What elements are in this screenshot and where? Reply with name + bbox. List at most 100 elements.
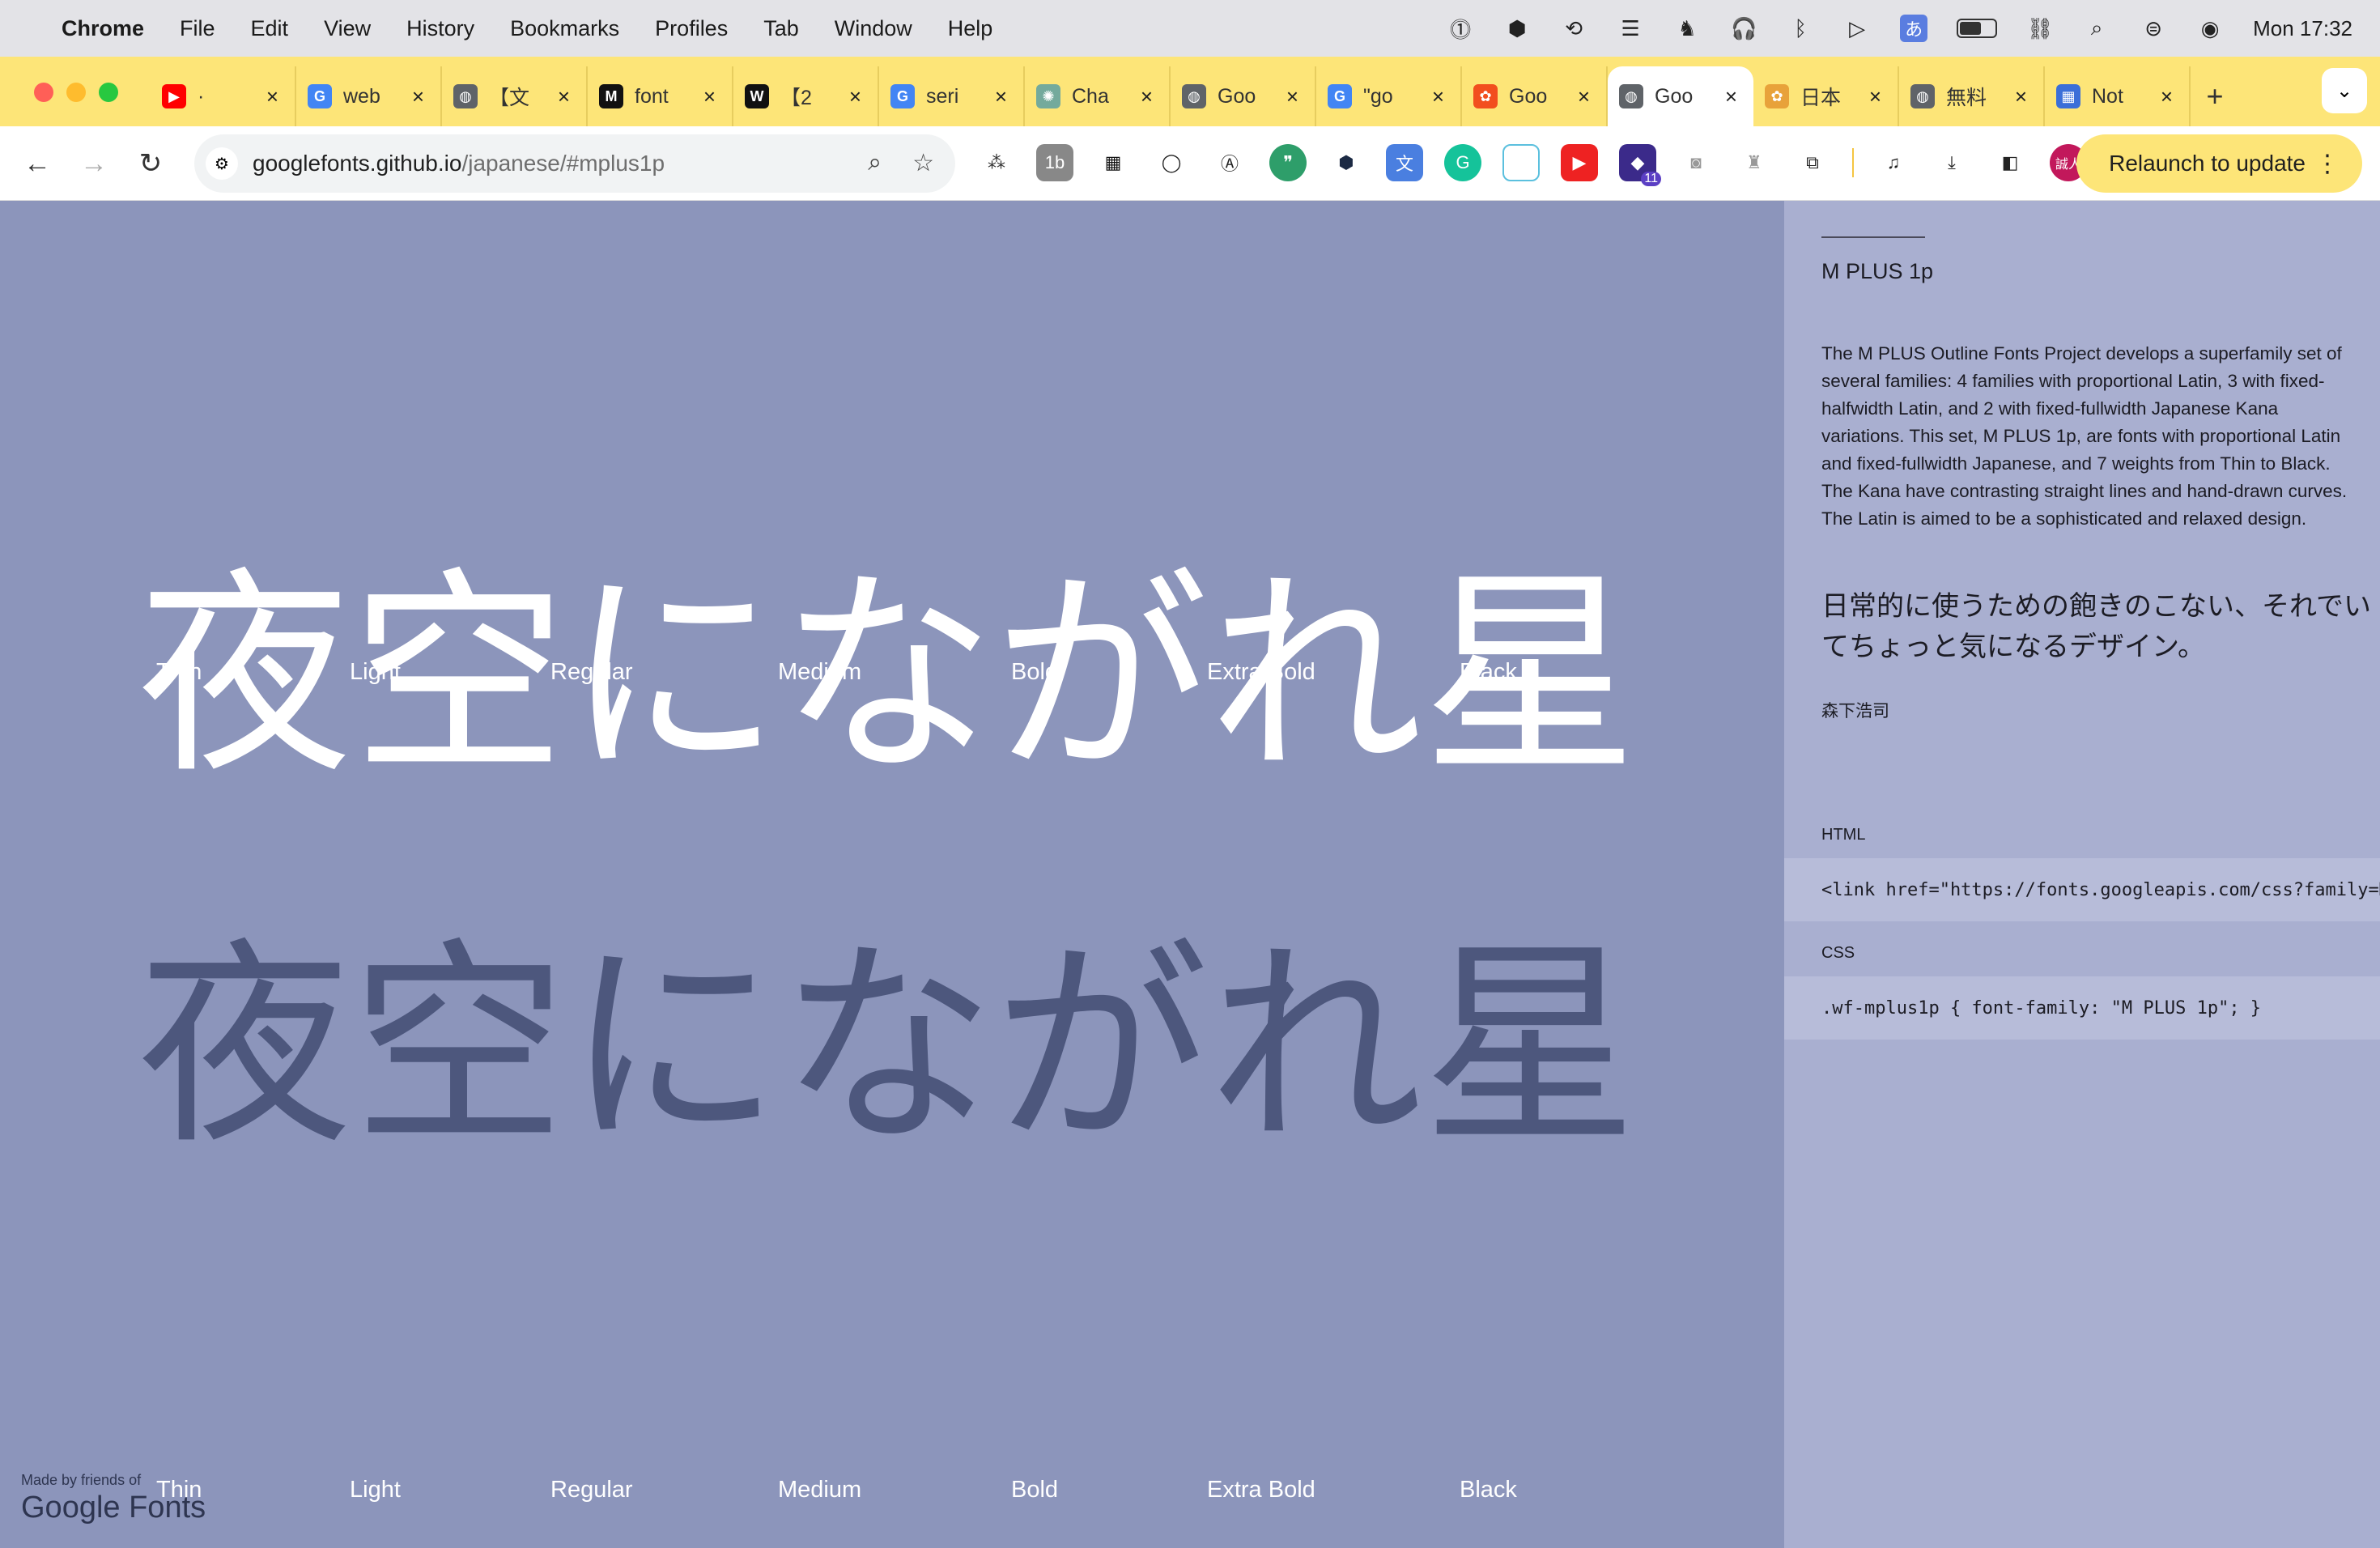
youtube-extension-icon[interactable]: ▶ <box>1561 144 1598 181</box>
menu-tab[interactable]: Tab <box>763 16 799 41</box>
weight-bold[interactable]: Bold <box>1011 1477 1058 1503</box>
close-tab-icon[interactable]: × <box>558 84 570 109</box>
bluetooth-icon[interactable]: ᛒ <box>1787 15 1814 42</box>
tab[interactable]: ◍ 【文 × <box>442 66 588 126</box>
media-control-icon[interactable]: ♫ <box>1875 144 1912 181</box>
tab-active[interactable]: ◍ Goo × <box>1608 66 1753 126</box>
tab[interactable]: ▦ Not × <box>2045 66 2191 126</box>
close-tab-icon[interactable]: × <box>995 84 1007 109</box>
tab-title: Goo <box>1509 84 1548 108</box>
robot-icon[interactable]: ♜ <box>1736 144 1773 181</box>
input-method-icon[interactable]: あ <box>1900 15 1928 42</box>
menu-app-name[interactable]: Chrome <box>62 16 144 41</box>
forward-button[interactable]: → <box>74 144 113 183</box>
zoom-window-button[interactable] <box>99 83 118 102</box>
quote-extension-icon[interactable]: ❞ <box>1269 144 1307 181</box>
extension-1b-icon[interactable]: 1b <box>1036 144 1073 181</box>
back-button[interactable]: ← <box>18 144 57 183</box>
weight-light[interactable]: Light <box>350 1477 401 1503</box>
weight-black[interactable]: Black <box>1460 1477 1517 1503</box>
translate-icon[interactable]: 文 <box>1386 144 1423 181</box>
tab-search-button[interactable]: ⌄ <box>2322 68 2367 113</box>
evernote-icon[interactable]: ♞ <box>1673 15 1701 42</box>
css-code[interactable]: .wf-mplus1p { font-family: "M PLUS 1p"; … <box>1784 976 2380 1040</box>
html-label: HTML <box>1821 826 1866 844</box>
stack-icon[interactable]: ☰ <box>1617 15 1644 42</box>
site-info-icon[interactable]: ⚙ <box>206 147 238 180</box>
control-center-icon[interactable]: ⊜ <box>2140 15 2167 42</box>
tab[interactable]: G "go × <box>1316 66 1462 126</box>
url-text[interactable]: googlefonts.github.io/japanese/#mplus1p <box>253 151 665 176</box>
tab[interactable]: ✿ Goo × <box>1462 66 1608 126</box>
download-icon[interactable]: ⤓ <box>1933 144 1970 181</box>
more-menu-icon[interactable]: ⋮ <box>2315 150 2340 178</box>
tab[interactable]: ✺ Cha × <box>1025 66 1171 126</box>
close-tab-icon[interactable]: × <box>703 84 716 109</box>
sample-text-light: 夜空にながれ星 <box>138 548 1638 803</box>
extension-a-icon[interactable]: Ⓐ <box>1211 144 1248 181</box>
battery-icon[interactable] <box>1957 19 1998 38</box>
extension-square-icon[interactable] <box>1502 144 1540 181</box>
extension-hex-icon[interactable]: ⬢ <box>1328 144 1365 181</box>
tab[interactable]: W 【2 × <box>733 66 879 126</box>
address-bar[interactable]: ⚙ googlefonts.github.io/japanese/#mplus1… <box>194 134 955 193</box>
new-tab-button[interactable]: + <box>2191 66 2239 126</box>
google-fonts-credit[interactable]: Made by friends of Google Fonts <box>21 1472 206 1525</box>
reload-button[interactable]: ↻ <box>131 144 170 183</box>
menu-file[interactable]: File <box>180 16 215 41</box>
tab[interactable]: ▶ · × <box>151 66 296 126</box>
weight-extra-bold[interactable]: Extra Bold <box>1207 1477 1315 1503</box>
grammarly-icon[interactable]: G <box>1444 144 1481 181</box>
tab[interactable]: ◍ Goo × <box>1171 66 1316 126</box>
side-panel-icon[interactable]: ◧ <box>1991 144 2029 181</box>
tab[interactable]: Gseri × <box>879 66 1025 126</box>
rotate-icon[interactable]: ⟲ <box>1560 15 1587 42</box>
html-code[interactable]: <link href="https://fonts.googleapis.com… <box>1784 858 2380 921</box>
siri-icon[interactable]: ◉ <box>2196 15 2224 42</box>
menu-edit[interactable]: Edit <box>251 16 289 41</box>
toolbar-divider <box>1852 148 1854 177</box>
menu-help[interactable]: Help <box>948 16 993 41</box>
close-tab-icon[interactable]: × <box>1432 84 1444 109</box>
minimize-window-button[interactable] <box>66 83 86 102</box>
menu-bookmarks[interactable]: Bookmarks <box>510 16 619 41</box>
bookmark-star-icon[interactable]: ☆ <box>912 149 934 177</box>
headphones-icon[interactable]: 🎧 <box>1730 15 1757 42</box>
close-tab-icon[interactable]: × <box>266 84 278 109</box>
weight-medium[interactable]: Medium <box>778 1477 861 1503</box>
close-window-button[interactable] <box>34 83 53 102</box>
close-tab-icon[interactable]: × <box>1141 84 1153 109</box>
spotlight-search-icon[interactable]: ⌕ <box>2083 15 2110 42</box>
extensions-puzzle-icon[interactable]: ⧉ <box>1794 144 1831 181</box>
menu-window[interactable]: Window <box>835 16 912 41</box>
weight-regular[interactable]: Regular <box>550 1477 633 1503</box>
close-tab-icon[interactable]: × <box>1286 84 1298 109</box>
zoom-icon[interactable]: ⌕ <box>868 149 882 177</box>
password-manager-icon[interactable]: ⓵ <box>1447 15 1474 42</box>
close-tab-icon[interactable]: × <box>2015 84 2027 109</box>
extension-badge-icon[interactable]: ◆ 11 <box>1619 144 1661 186</box>
close-tab-icon[interactable]: × <box>1869 84 1881 109</box>
tab[interactable]: Mfont × <box>588 66 733 126</box>
extension-alpha-icon[interactable]: ⁂ <box>978 144 1015 181</box>
extension-circle-icon[interactable]: ◯ <box>1153 144 1190 181</box>
play-icon[interactable]: ▷ <box>1843 15 1871 42</box>
tab[interactable]: Gweb × <box>296 66 442 126</box>
menu-view[interactable]: View <box>324 16 371 41</box>
menubar-clock[interactable]: Mon 17:32 <box>2253 16 2352 41</box>
extension-status-icon[interactable]: ⬢ <box>1503 15 1531 42</box>
close-tab-icon[interactable]: × <box>849 84 861 109</box>
menu-profiles[interactable]: Profiles <box>655 16 728 41</box>
tab[interactable]: ✿ 日本 × <box>1753 66 1899 126</box>
omnibox-actions: ⌕ ☆ <box>868 149 934 177</box>
close-tab-icon[interactable]: × <box>1578 84 1590 109</box>
close-tab-icon[interactable]: × <box>2161 84 2173 109</box>
menu-history[interactable]: History <box>406 16 474 41</box>
qr-code-icon[interactable]: ▦ <box>1094 144 1132 181</box>
relaunch-to-update-button[interactable]: Relaunch to update ⋮ <box>2076 134 2362 193</box>
camera-icon[interactable]: ◙ <box>1677 144 1715 181</box>
tab[interactable]: ◍ 無料 × <box>1899 66 2045 126</box>
close-tab-icon[interactable]: × <box>412 84 424 109</box>
close-tab-icon[interactable]: × <box>1725 84 1737 109</box>
link-icon[interactable]: ⛓ <box>2026 15 2054 42</box>
